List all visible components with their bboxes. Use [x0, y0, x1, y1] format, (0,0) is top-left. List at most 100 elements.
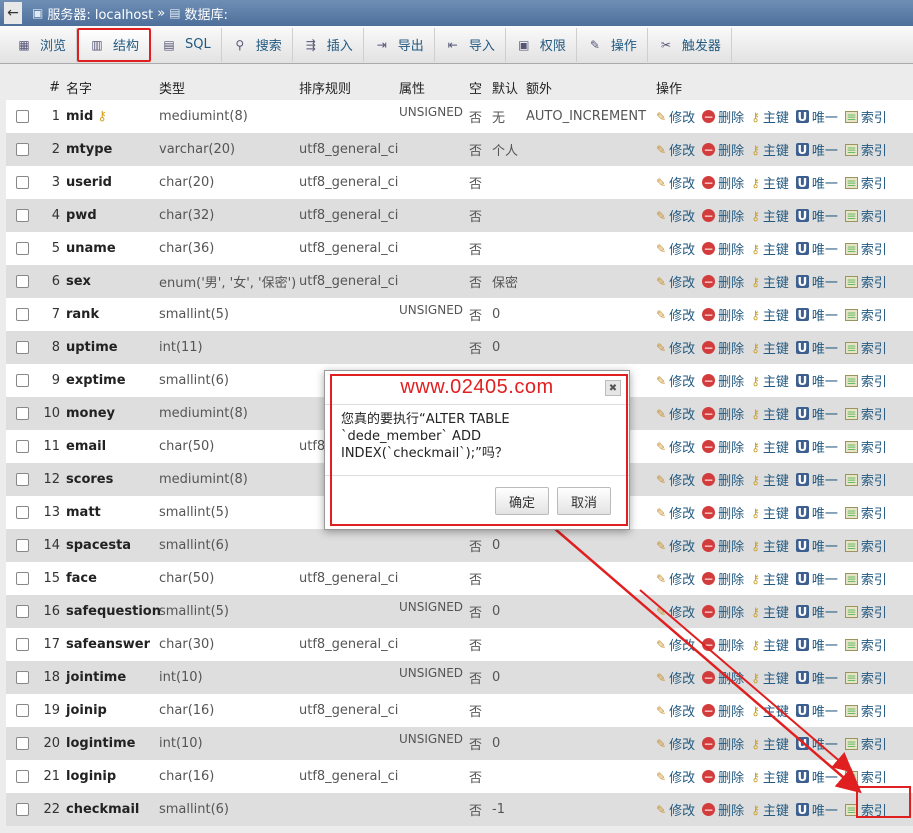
- primary-action[interactable]: ⚷ 主键: [751, 470, 789, 490]
- primary-action[interactable]: ⚷ 主键: [751, 305, 789, 325]
- drop-action[interactable]: − 删除: [702, 767, 744, 786]
- primary-action[interactable]: ⚷ 主键: [751, 272, 789, 292]
- unique-action[interactable]: U 唯一: [795, 239, 838, 258]
- drop-action[interactable]: − 删除: [702, 569, 744, 588]
- row-checkbox[interactable]: [16, 440, 29, 453]
- index-action[interactable]: ≡ 索引: [844, 602, 887, 621]
- primary-action[interactable]: ⚷ 主键: [751, 338, 789, 358]
- edit-action[interactable]: ✎ 修改: [656, 569, 695, 589]
- header-attributes[interactable]: 属性: [399, 74, 425, 100]
- tab-sql[interactable]: ▤ SQL: [151, 27, 222, 62]
- index-action[interactable]: ≡ 索引: [844, 404, 887, 423]
- drop-action[interactable]: − 删除: [702, 206, 744, 225]
- drop-action[interactable]: − 删除: [702, 305, 744, 324]
- primary-action[interactable]: ⚷ 主键: [751, 404, 789, 424]
- index-action[interactable]: ≡ 索引: [844, 140, 887, 159]
- index-action[interactable]: ≡ 索引: [844, 503, 887, 522]
- drop-action[interactable]: − 删除: [702, 668, 744, 687]
- index-action[interactable]: ≡ 索引: [844, 107, 887, 126]
- index-action[interactable]: ≡ 索引: [844, 701, 887, 720]
- unique-action[interactable]: U 唯一: [795, 569, 838, 588]
- row-checkbox[interactable]: [16, 242, 29, 255]
- tab-trigger[interactable]: ✂ 触发器: [648, 27, 732, 62]
- primary-action[interactable]: ⚷ 主键: [751, 734, 789, 754]
- drop-action[interactable]: − 删除: [702, 602, 744, 621]
- back-arrow-icon[interactable]: ←: [4, 2, 22, 24]
- edit-action[interactable]: ✎ 修改: [656, 701, 695, 721]
- index-action[interactable]: ≡ 索引: [844, 470, 887, 489]
- header-name[interactable]: 名字: [66, 74, 92, 100]
- primary-action[interactable]: ⚷ 主键: [751, 503, 789, 523]
- index-action[interactable]: ≡ 索引: [844, 371, 887, 390]
- index-action[interactable]: ≡ 索引: [844, 338, 887, 357]
- unique-action[interactable]: U 唯一: [795, 173, 838, 192]
- header-type[interactable]: 类型: [159, 74, 185, 100]
- edit-action[interactable]: ✎ 修改: [656, 734, 695, 754]
- row-checkbox[interactable]: [16, 572, 29, 585]
- unique-action[interactable]: U 唯一: [795, 767, 838, 786]
- edit-action[interactable]: ✎ 修改: [656, 239, 695, 259]
- primary-action[interactable]: ⚷ 主键: [751, 800, 789, 820]
- index-action[interactable]: ≡ 索引: [844, 536, 887, 555]
- drop-action[interactable]: − 删除: [702, 173, 744, 192]
- tab-structure[interactable]: ▥ 结构: [77, 27, 152, 62]
- row-checkbox[interactable]: [16, 275, 29, 288]
- row-checkbox[interactable]: [16, 671, 29, 684]
- row-checkbox[interactable]: [16, 605, 29, 618]
- row-checkbox[interactable]: [16, 506, 29, 519]
- primary-action[interactable]: ⚷ 主键: [751, 701, 789, 721]
- unique-action[interactable]: U 唯一: [795, 503, 838, 522]
- drop-action[interactable]: − 删除: [702, 800, 744, 819]
- row-checkbox[interactable]: [16, 176, 29, 189]
- row-checkbox[interactable]: [16, 770, 29, 783]
- row-checkbox[interactable]: [16, 143, 29, 156]
- drop-action[interactable]: − 删除: [702, 734, 744, 753]
- drop-action[interactable]: − 删除: [702, 536, 744, 555]
- edit-action[interactable]: ✎ 修改: [656, 503, 695, 523]
- primary-action[interactable]: ⚷ 主键: [751, 767, 789, 787]
- primary-action[interactable]: ⚷ 主键: [751, 239, 789, 259]
- tab-table[interactable]: ▦ 浏览: [6, 27, 78, 62]
- primary-action[interactable]: ⚷ 主键: [751, 668, 789, 688]
- tab-export[interactable]: ⇥ 导出: [364, 27, 435, 62]
- index-action[interactable]: ≡ 索引: [844, 767, 887, 786]
- header-collation[interactable]: 排序规则: [299, 74, 351, 100]
- drop-action[interactable]: − 删除: [702, 338, 744, 357]
- index-action[interactable]: ≡ 索引: [844, 437, 887, 456]
- row-checkbox[interactable]: [16, 341, 29, 354]
- unique-action[interactable]: U 唯一: [795, 404, 838, 423]
- edit-action[interactable]: ✎ 修改: [656, 470, 695, 490]
- edit-action[interactable]: ✎ 修改: [656, 668, 695, 688]
- index-action[interactable]: ≡ 索引: [844, 668, 887, 687]
- edit-action[interactable]: ✎ 修改: [656, 206, 695, 226]
- unique-action[interactable]: U 唯一: [795, 602, 838, 621]
- row-checkbox[interactable]: [16, 209, 29, 222]
- index-action[interactable]: ≡ 索引: [844, 173, 887, 192]
- primary-action[interactable]: ⚷ 主键: [751, 140, 789, 160]
- unique-action[interactable]: U 唯一: [795, 635, 838, 654]
- edit-action[interactable]: ✎ 修改: [656, 602, 695, 622]
- drop-action[interactable]: − 删除: [702, 107, 744, 126]
- drop-action[interactable]: − 删除: [702, 404, 744, 423]
- index-action[interactable]: ≡ 索引: [844, 239, 887, 258]
- index-action[interactable]: ≡ 索引: [844, 305, 887, 324]
- index-action[interactable]: ≡ 索引: [844, 569, 887, 588]
- row-checkbox[interactable]: [16, 110, 29, 123]
- drop-action[interactable]: − 删除: [702, 503, 744, 522]
- tab-import[interactable]: ⇤ 导入: [435, 27, 506, 62]
- drop-action[interactable]: − 删除: [702, 272, 744, 291]
- breadcrumb-database[interactable]: 数据库:: [185, 4, 228, 23]
- unique-action[interactable]: U 唯一: [795, 371, 838, 390]
- row-checkbox[interactable]: [16, 374, 29, 387]
- row-checkbox[interactable]: [16, 704, 29, 717]
- edit-action[interactable]: ✎ 修改: [656, 173, 695, 193]
- tab-privileges[interactable]: ▣ 权限: [506, 27, 577, 62]
- row-checkbox[interactable]: [16, 539, 29, 552]
- row-checkbox[interactable]: [16, 638, 29, 651]
- primary-action[interactable]: ⚷ 主键: [751, 602, 789, 622]
- edit-action[interactable]: ✎ 修改: [656, 305, 695, 325]
- header-extra[interactable]: 额外: [526, 74, 552, 100]
- index-action[interactable]: ≡ 索引: [844, 734, 887, 753]
- edit-action[interactable]: ✎ 修改: [656, 536, 695, 556]
- index-action[interactable]: ≡ 索引: [844, 206, 887, 225]
